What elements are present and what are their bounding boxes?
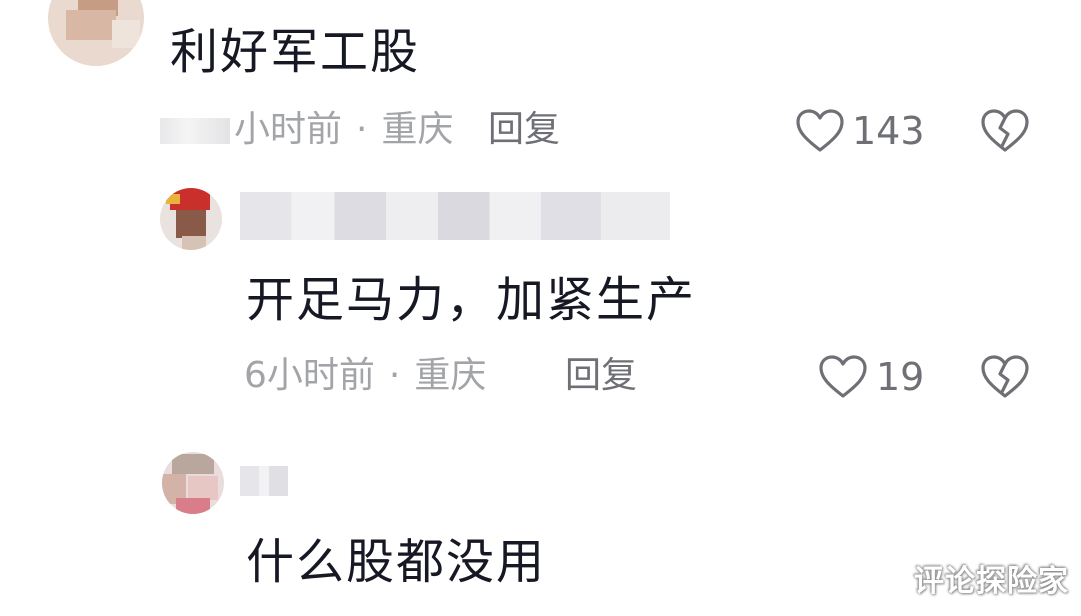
comment-time: 6小时前 — [244, 355, 375, 396]
separator: · — [356, 109, 368, 150]
heart-outline-icon[interactable] — [818, 354, 868, 400]
like-count: 143 — [852, 109, 925, 153]
comment-meta: 小时前 · 重庆 — [160, 112, 453, 148]
reply-button[interactable]: 回复 — [565, 358, 637, 394]
comment-meta: 6小时前 · 重庆 — [244, 358, 486, 394]
avatar[interactable] — [160, 188, 222, 250]
blurred-time-prefix — [160, 118, 230, 144]
blurred-username[interactable] — [240, 192, 670, 240]
comment-text: 什么股都没用 — [246, 534, 547, 590]
watermark: 评论探险家 — [914, 564, 1069, 599]
comment-time: 小时前 — [234, 109, 343, 150]
like-count: 19 — [876, 355, 925, 399]
broken-heart-icon[interactable] — [980, 108, 1030, 154]
broken-heart-icon[interactable] — [980, 354, 1030, 400]
blurred-username[interactable] — [240, 466, 288, 496]
separator: · — [388, 355, 401, 396]
comment-location: 重庆 — [414, 355, 487, 396]
avatar[interactable] — [48, 0, 144, 66]
reply-button[interactable]: 回复 — [488, 112, 560, 148]
heart-outline-icon[interactable] — [795, 108, 845, 154]
comment-text: 利好军工股 — [170, 24, 421, 80]
comment-location: 重庆 — [381, 109, 454, 150]
comment-text: 开足马力，加紧生产 — [246, 272, 697, 328]
avatar[interactable] — [162, 452, 224, 514]
